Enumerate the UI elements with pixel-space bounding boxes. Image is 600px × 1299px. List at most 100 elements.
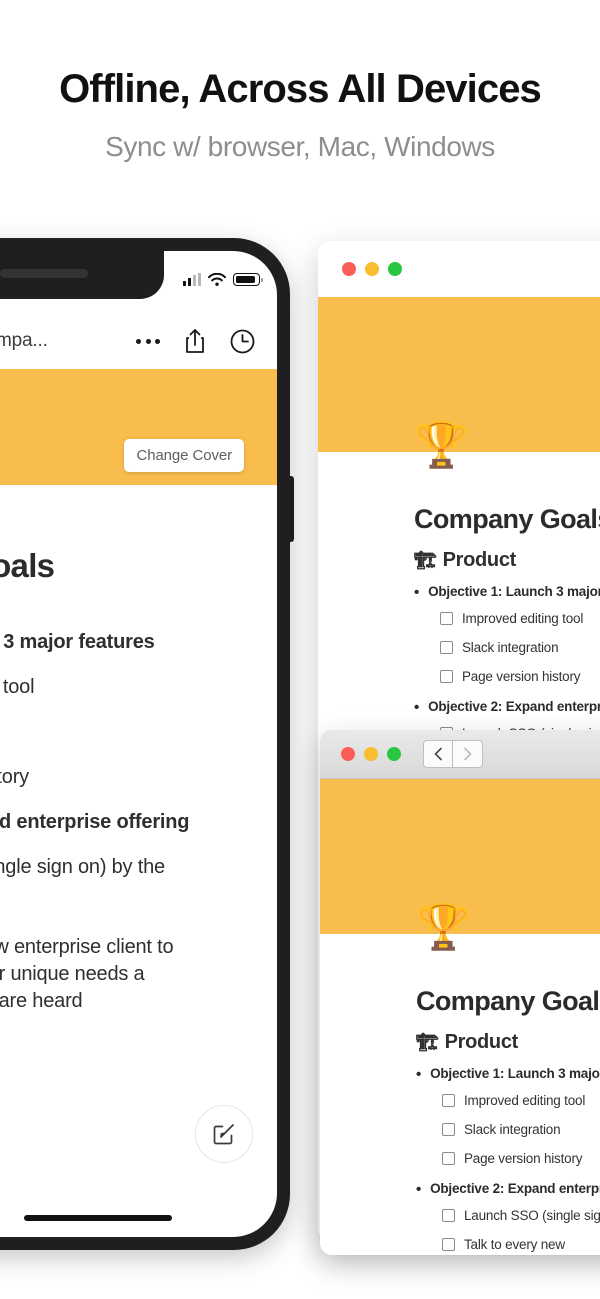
phone-content-line[interactable]: ion history [0, 764, 255, 791]
navigation-buttons [423, 740, 483, 768]
section-heading-label: Product [444, 1031, 519, 1053]
objective-label: Objective 1: Launch 3 major features [430, 1066, 600, 1081]
objective-item[interactable]: • Objective 1: Launch 3 major features [414, 584, 600, 601]
todo-item[interactable]: Slack integration [442, 1115, 600, 1144]
objective-item[interactable]: • Objective 2: Expand enterprise offerin… [416, 1181, 600, 1198]
close-window-button[interactable] [342, 262, 356, 276]
phone-speaker-grill [0, 269, 88, 278]
phone-content-line[interactable]: ery new enterprise client to [0, 934, 255, 961]
mac-window-titlebar [318, 241, 600, 297]
bullet-icon: • [416, 1066, 422, 1083]
phone-status-bar [182, 273, 263, 286]
phone-content-line[interactable]: SO (single sign on) by the [0, 854, 255, 881]
phone-document-title[interactable]: Compa... [0, 330, 48, 352]
phone-mockup: 🏆 Compa... Change Cover [0, 238, 294, 1250]
phone-content-line[interactable]: editing tool [0, 674, 255, 701]
document-body: 🏆 Company Goals 🏗 Product • Objective 1:… [320, 906, 600, 1255]
todo-item[interactable]: Page version history [440, 663, 600, 692]
header: Offline, Across All Devices Sync w/ brow… [0, 0, 600, 163]
todo-item[interactable]: Improved editing tool [442, 1086, 600, 1115]
objective-item[interactable]: • Objective 2: Expand enterprise offerin… [414, 699, 600, 716]
phone-toolbar-actions [136, 328, 277, 354]
phone-content-line[interactable]: gration [0, 719, 255, 746]
todo-label: Improved editing tool [462, 610, 584, 626]
change-cover-button[interactable]: Change Cover [124, 439, 244, 472]
checklist-blocks: • Objective 1: Launch 3 major features I… [416, 1066, 600, 1255]
phone-content-line[interactable]: e year [0, 881, 255, 908]
clock-history-icon[interactable] [230, 329, 255, 354]
bullet-icon: • [414, 698, 420, 716]
chevron-left-icon [434, 747, 442, 761]
close-window-button[interactable] [341, 747, 355, 761]
phone-content-line[interactable]: Expand enterprise offering [0, 809, 255, 836]
todo-label: Slack integration [464, 1121, 561, 1137]
phone-document-toolbar: 🏆 Compa... [0, 313, 277, 369]
document-section-heading[interactable]: 🏗 Product [416, 1031, 600, 1054]
phone-content-line[interactable]: nd their unique needs a [0, 961, 255, 988]
maximize-window-button[interactable] [388, 262, 402, 276]
todo-item[interactable]: Improved editing tool [440, 604, 600, 633]
document-section-heading[interactable]: 🏗 Product [414, 549, 600, 572]
todo-item[interactable]: Launch SSO (single sign on) by the end o… [442, 1201, 600, 1230]
construction-crane-icon: 🏗 [414, 550, 437, 570]
construction-crane-icon: 🏗 [416, 1032, 439, 1052]
checkbox-icon[interactable] [442, 1237, 455, 1251]
checkbox-icon[interactable] [442, 1152, 455, 1166]
bullet-icon: • [416, 1180, 422, 1198]
phone-page-body: y Goals aunch 3 major features editing t… [0, 485, 277, 1015]
compose-edit-icon[interactable] [195, 1105, 253, 1163]
phone-side-button[interactable] [289, 476, 294, 542]
todo-label: Slack integration [462, 639, 559, 655]
wifi-icon [208, 273, 226, 286]
traffic-lights [341, 747, 401, 761]
checkbox-icon[interactable] [442, 1122, 455, 1136]
phone-notch [0, 251, 164, 299]
todo-label: Talk to every new enterprise client to u… [464, 1236, 565, 1252]
todo-label: Improved editing tool [464, 1092, 586, 1108]
page-subheadline: Sync w/ browser, Mac, Windows [105, 131, 495, 162]
more-dots-icon[interactable] [136, 338, 160, 344]
signal-bars-icon [182, 273, 201, 286]
todo-item[interactable]: Talk to every new enterprise client to u… [442, 1230, 600, 1255]
todo-label: Page version history [462, 669, 581, 685]
objective-label: Objective 1: Launch 3 major features [428, 584, 600, 599]
minimize-window-button[interactable] [364, 747, 378, 761]
back-button[interactable] [423, 740, 453, 768]
phone-content-line[interactable]: e they are heard [0, 988, 255, 1015]
section-heading-label: Product [442, 549, 517, 571]
checkbox-icon[interactable] [442, 1208, 455, 1222]
checkbox-icon[interactable] [440, 640, 453, 654]
page-headline: Offline, Across All Devices [59, 67, 542, 111]
maximize-window-button[interactable] [387, 747, 401, 761]
minimize-window-button[interactable] [365, 262, 379, 276]
objective-label: Objective 2: Expand enterprise offering [428, 698, 600, 714]
document-title[interactable]: Company Goals [416, 986, 600, 1017]
windows-app-window: 🏆 Company Goals 🏗 Product • Objective 1:… [320, 730, 600, 1255]
windows-window-titlebar [320, 730, 600, 779]
traffic-lights [342, 262, 402, 276]
share-icon[interactable] [184, 328, 206, 354]
document-body: 🏆 Company Goals 🏗 Product • Objective 1:… [318, 424, 600, 778]
battery-icon [233, 273, 263, 286]
todo-item[interactable]: Page version history [442, 1145, 600, 1174]
todo-label: Launch SSO (single sign on) by the end o… [464, 1207, 600, 1223]
home-indicator [23, 1215, 172, 1221]
objective-item[interactable]: • Objective 1: Launch 3 major features [416, 1066, 600, 1083]
objective-label: Objective 2: Expand enterprise offering [430, 1180, 600, 1196]
phone-content-line[interactable]: aunch 3 major features [0, 629, 255, 656]
chevron-right-icon [464, 747, 472, 761]
checkbox-icon[interactable] [440, 670, 453, 684]
todo-label: Page version history [464, 1151, 583, 1167]
bullet-icon: • [414, 584, 420, 601]
trophy-icon[interactable]: 🏆 [414, 424, 600, 468]
todo-item[interactable]: Slack integration [440, 633, 600, 662]
phone-screen: 🏆 Compa... Change Cover [0, 251, 277, 1237]
phone-cover-image: Change Cover [0, 369, 277, 485]
phone-page-title[interactable]: y Goals [0, 547, 255, 585]
promo-screenshot: Offline, Across All Devices Sync w/ brow… [0, 0, 600, 1299]
checkbox-icon[interactable] [440, 611, 453, 625]
forward-button[interactable] [453, 740, 483, 768]
trophy-icon[interactable]: 🏆 [416, 906, 600, 950]
checkbox-icon[interactable] [442, 1093, 455, 1107]
document-title[interactable]: Company Goals [414, 504, 600, 535]
